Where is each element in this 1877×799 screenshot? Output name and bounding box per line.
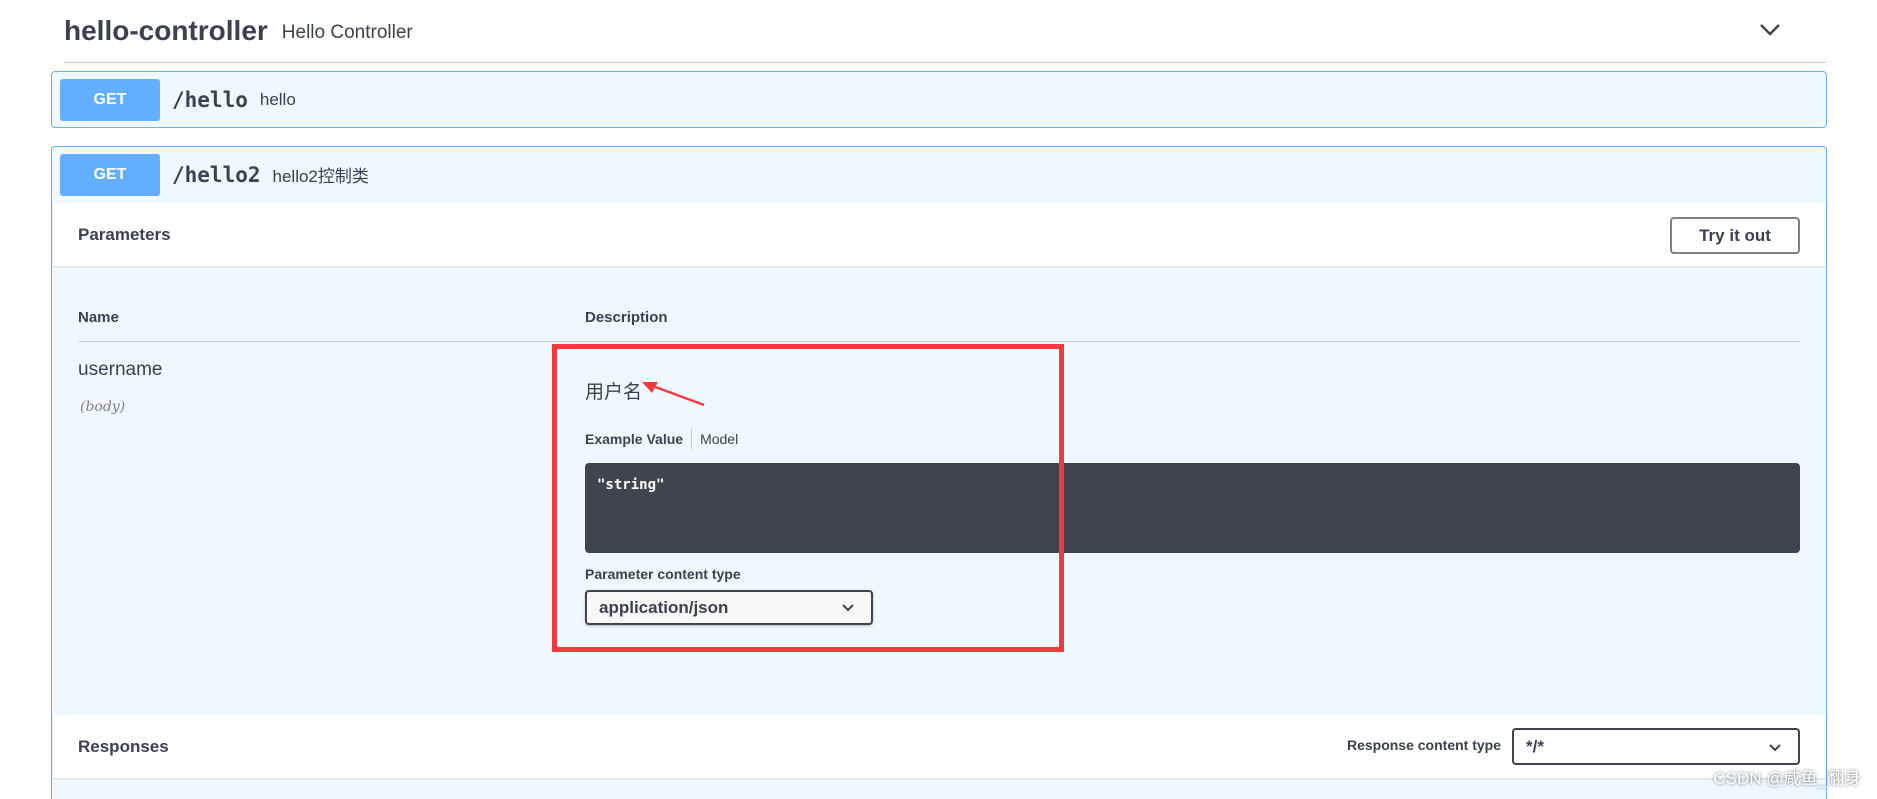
method-badge: GET	[60, 153, 160, 196]
response-content-type-value: */*	[1526, 736, 1544, 756]
response-content-type-label: Response content type	[1346, 737, 1501, 753]
method-badge: GET	[60, 78, 160, 121]
operation-summary: hello	[259, 89, 296, 109]
opblock-summary[interactable]: GET /hello hello	[52, 72, 1826, 127]
parameters-title: Parameters	[78, 224, 171, 244]
chevron-down-icon[interactable]	[1758, 18, 1782, 42]
responses-title: Responses	[78, 736, 169, 756]
parameters-header: Parameters Try it out	[53, 203, 1826, 266]
column-header-name: Name	[78, 309, 119, 326]
column-header-description: Description	[585, 309, 668, 326]
chevron-down-icon	[1769, 744, 1781, 752]
table-divider	[78, 341, 1800, 342]
tag-header[interactable]: hello-controller Hello Controller	[64, 0, 1826, 63]
tag-name: hello-controller	[64, 15, 268, 46]
operation-path: /hello	[172, 87, 248, 112]
annotation-arrow-icon	[642, 382, 705, 407]
opblock-get-hello: GET /hello hello	[51, 71, 1827, 128]
tag-description: Hello Controller	[281, 22, 413, 43]
responses-header: Responses Response content type */*	[53, 715, 1826, 778]
operation-summary: hello2控制类	[272, 167, 369, 186]
operation-path: /hello2	[172, 162, 261, 187]
parameter-location: (body)	[80, 399, 126, 415]
parameter-name: username	[78, 359, 163, 380]
opblock-summary[interactable]: GET /hello2 hello2控制类	[52, 147, 1826, 202]
annotation-highlight-box	[552, 344, 1064, 652]
try-it-out-button[interactable]: Try it out	[1670, 217, 1800, 254]
watermark: CSDN @咸鱼_翻身	[1713, 769, 1861, 788]
response-content-type-select[interactable]: */*	[1512, 728, 1800, 765]
